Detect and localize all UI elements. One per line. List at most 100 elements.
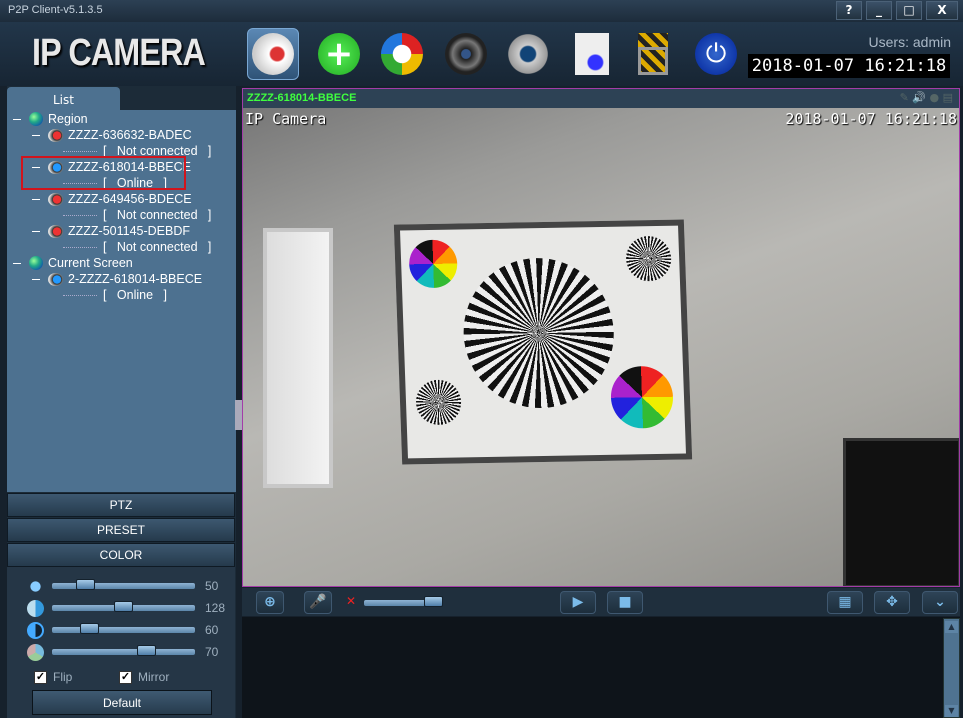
- mirror-checkbox[interactable]: ✓ Mirror: [119, 670, 169, 684]
- scene-test-chart: [393, 219, 693, 465]
- minimize-button[interactable]: _: [866, 1, 892, 20]
- help-button[interactable]: ?: [836, 1, 862, 20]
- playback-icon: [381, 33, 423, 75]
- saturation-value: 70: [205, 645, 219, 659]
- microphone-icon: 🎤: [309, 594, 327, 610]
- tree-device[interactable]: ZZZZ-649456-BDECE: [32, 191, 192, 207]
- flip-label: Flip: [53, 670, 73, 684]
- checkmark-icon: ✓: [34, 670, 47, 684]
- brightness-row: 50: [27, 577, 219, 595]
- channel-name: ZZZZ-618014-BBECE: [247, 92, 357, 104]
- slider-thumb[interactable]: [76, 579, 95, 590]
- settings-button[interactable]: [502, 28, 554, 80]
- video-camera-icon: ▶: [572, 594, 584, 610]
- film-reel-icon: [445, 33, 487, 75]
- snapshot-button[interactable]: ■: [607, 591, 643, 614]
- camera-online-icon: [48, 272, 63, 286]
- double-chevron-down-icon: ⌄: [934, 594, 946, 610]
- log-area: [242, 617, 960, 718]
- device-status: [ Not connected ]: [63, 239, 211, 255]
- current-user: Users: admin: [868, 34, 951, 50]
- log-button[interactable]: [566, 28, 618, 80]
- hue-row: 128: [27, 599, 226, 617]
- add-device-icon: +: [318, 33, 360, 75]
- lock-icon: [638, 33, 668, 75]
- slider-thumb[interactable]: [114, 601, 133, 612]
- contrast-slider[interactable]: [52, 623, 195, 634]
- grid-icon: ▦: [838, 594, 852, 610]
- saturation-row: 70: [27, 643, 219, 661]
- lock-button[interactable]: [627, 28, 679, 80]
- tree-device[interactable]: 2-ZZZZ-618014-BBECE: [32, 271, 202, 287]
- scroll-down-icon[interactable]: ▼: [945, 705, 958, 717]
- video-toolbar: ⊕ 🎤 ✕ ▶ ■ ▦ ✥ ⌄: [242, 588, 960, 616]
- device-label: ZZZZ-636632-BADEC: [68, 128, 192, 142]
- monitor-camera-icon: [252, 33, 294, 75]
- camera-icon: ■: [618, 594, 632, 610]
- talk-button[interactable]: 🎤: [304, 591, 332, 614]
- default-button[interactable]: Default: [32, 690, 212, 715]
- video-feed[interactable]: IP Camera 2018-01-07 16:21:18: [242, 108, 960, 587]
- exit-button[interactable]: ⏻: [690, 28, 742, 80]
- expand-down-button[interactable]: ⌄: [922, 591, 958, 614]
- volume-slider[interactable]: [364, 596, 443, 607]
- hue-slider[interactable]: [52, 601, 195, 612]
- fullscreen-button[interactable]: ✥: [874, 591, 910, 614]
- speaker-muted-icon[interactable]: ✕: [346, 594, 356, 608]
- record-button[interactable]: [440, 28, 492, 80]
- playback-button[interactable]: [376, 28, 428, 80]
- layout-button[interactable]: ▦: [827, 591, 863, 614]
- preset-section-button[interactable]: PRESET: [7, 518, 235, 542]
- slider-thumb[interactable]: [137, 645, 156, 656]
- title-bar: P2P Client-v5.1.3.5 ? _ □ X: [0, 0, 963, 22]
- move-arrows-icon: ✥: [886, 594, 898, 610]
- contrast-row: 60: [27, 621, 219, 639]
- log-document-icon: [575, 33, 609, 75]
- zoom-in-icon: ⊕: [264, 594, 276, 610]
- scroll-up-icon[interactable]: ▲: [945, 621, 958, 633]
- camera-offline-icon: [48, 224, 63, 238]
- brightness-value: 50: [205, 579, 219, 593]
- collapse-panel-handle[interactable]: [235, 400, 242, 430]
- slider-thumb[interactable]: [424, 596, 443, 607]
- video-header: ZZZZ-618014-BBECE ✎ 🔊 ● ▤: [242, 88, 960, 108]
- globe-icon: [29, 112, 43, 126]
- hue-icon: [27, 599, 44, 617]
- record-video-button[interactable]: ▶: [560, 591, 596, 614]
- channel-controls-icons: ✎ 🔊 ● ▤: [899, 91, 953, 104]
- saturation-icon: [27, 643, 44, 661]
- tree-group-region[interactable]: Region: [13, 111, 88, 127]
- brightness-slider[interactable]: [52, 579, 195, 590]
- osd-camera-name: IP Camera: [245, 110, 327, 128]
- mirror-label: Mirror: [138, 670, 170, 684]
- close-button[interactable]: X: [926, 1, 958, 20]
- scrollbar[interactable]: ▲ ▼: [943, 618, 960, 718]
- camera-offline-icon: [48, 128, 63, 142]
- hue-value: 128: [205, 601, 226, 615]
- tree-device[interactable]: ZZZZ-636632-BADEC: [32, 127, 192, 143]
- zoom-button[interactable]: ⊕: [256, 591, 284, 614]
- monitor-button[interactable]: [247, 28, 299, 80]
- camera-offline-icon: [48, 192, 63, 206]
- contrast-value: 60: [205, 623, 219, 637]
- scene-monitor: [843, 438, 959, 586]
- slider-thumb[interactable]: [80, 623, 99, 634]
- logo: IP CAMERA: [32, 32, 206, 74]
- flip-checkbox[interactable]: ✓ Flip: [34, 670, 72, 684]
- tab-list[interactable]: List: [7, 87, 120, 111]
- add-device-button[interactable]: +: [313, 28, 365, 80]
- device-status: [ Not connected ]: [63, 207, 211, 223]
- tree-device[interactable]: ZZZZ-501145-DEBDF: [32, 223, 190, 239]
- maximize-button[interactable]: □: [896, 1, 922, 20]
- osd-timestamp: 2018-01-07 16:21:18: [785, 110, 957, 128]
- tree-group-current-screen[interactable]: Current Screen: [13, 255, 133, 271]
- contrast-icon: [27, 621, 44, 639]
- checkmark-icon: ✓: [119, 670, 132, 684]
- datetime-display: 2018-01-07 16:21:18: [748, 54, 950, 78]
- group-label: Region: [48, 112, 88, 126]
- saturation-slider[interactable]: [52, 645, 195, 656]
- device-label: ZZZZ-501145-DEBDF: [68, 224, 191, 238]
- ptz-section-button[interactable]: PTZ: [7, 493, 235, 517]
- color-section-button[interactable]: COLOR: [7, 543, 235, 567]
- group-label: Current Screen: [48, 256, 133, 270]
